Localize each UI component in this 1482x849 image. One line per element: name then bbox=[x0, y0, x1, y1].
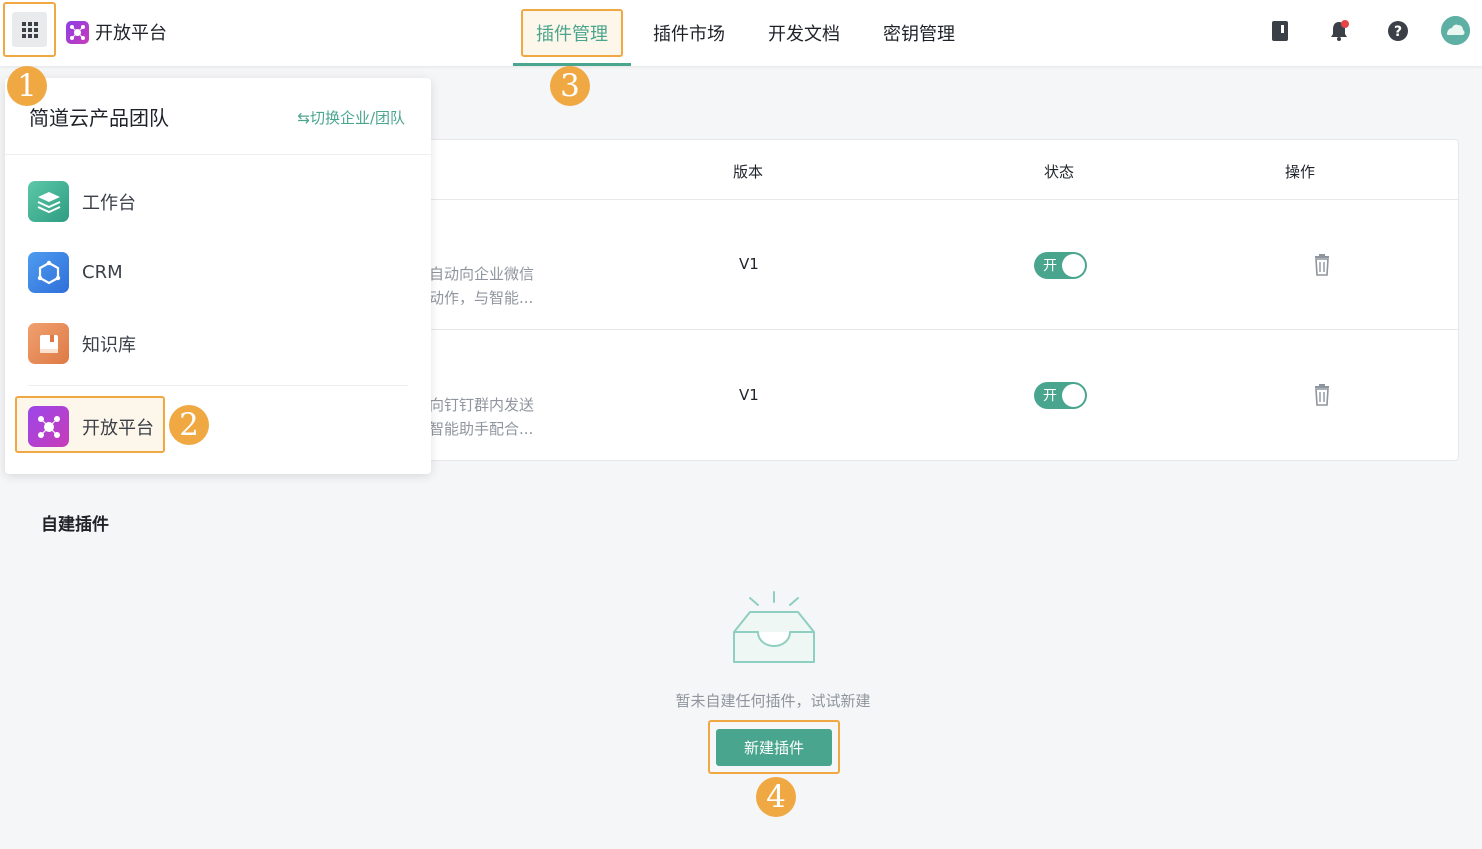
tab-plugin-management[interactable]: 插件管理 bbox=[513, 0, 631, 66]
app-label: CRM bbox=[82, 262, 123, 283]
help-icon[interactable]: ? bbox=[1386, 19, 1410, 43]
step-marker-4: 4 bbox=[756, 777, 796, 817]
tab-plugin-management-label: 插件管理 bbox=[521, 9, 623, 57]
toggle-label: 开 bbox=[1043, 258, 1057, 274]
brand-title: 开放平台 bbox=[95, 23, 167, 44]
app-item-workbench[interactable]: 工作台 bbox=[28, 181, 136, 222]
app-item-crm[interactable]: CRM bbox=[28, 252, 123, 293]
open-platform-icon bbox=[28, 406, 69, 447]
app-switcher-panel: 简道云产品团队 ⇆切换企业/团队 工作台 CRM 知识库 开放平台 bbox=[5, 78, 431, 474]
empty-state-text: 暂未自建任何插件，试试新建 bbox=[675, 692, 871, 710]
switch-team-link[interactable]: ⇆切换企业/团队 bbox=[297, 107, 405, 128]
app-label: 工作台 bbox=[82, 192, 136, 214]
step-marker-2: 2 bbox=[169, 405, 209, 445]
tab-dev-docs-label: 开发文档 bbox=[768, 24, 840, 45]
trash-icon[interactable] bbox=[1312, 384, 1332, 406]
svg-text:?: ? bbox=[1394, 24, 1402, 40]
tab-plugin-market-label: 插件市场 bbox=[653, 24, 725, 45]
status-toggle[interactable]: 开 bbox=[1034, 252, 1087, 279]
avatar[interactable] bbox=[1441, 16, 1470, 45]
app-item-open-platform[interactable]: 开放平台 bbox=[28, 406, 154, 447]
app-label: 开放平台 bbox=[82, 417, 154, 439]
column-header-status: 状态 bbox=[1044, 163, 1075, 181]
column-header-action: 操作 bbox=[1285, 163, 1316, 181]
bell-icon[interactable] bbox=[1327, 19, 1351, 43]
hexagon-icon bbox=[28, 252, 69, 293]
plugin-table: 版本 状态 操作 自动向企业微信 动作，与智能... V1 开 向钉钉群内发送 … bbox=[412, 139, 1459, 461]
create-button-highlight: 新建插件 bbox=[708, 720, 840, 774]
main-nav: 插件管理 插件市场 开发文档 密钥管理 bbox=[513, 0, 955, 66]
tab-key-management[interactable]: 密钥管理 bbox=[883, 0, 955, 66]
layers-icon bbox=[28, 181, 69, 222]
description-line: 自动向企业微信 bbox=[429, 265, 535, 283]
apps-grid-button[interactable] bbox=[3, 2, 56, 57]
plugin-version: V1 bbox=[739, 255, 759, 273]
description-line: 动作，与智能... bbox=[429, 289, 534, 307]
toggle-knob bbox=[1062, 384, 1085, 407]
book-icon[interactable] bbox=[1268, 19, 1292, 43]
tab-key-management-label: 密钥管理 bbox=[883, 24, 955, 45]
toggle-knob bbox=[1062, 254, 1085, 277]
step-marker-3: 3 bbox=[550, 66, 590, 106]
plugin-description: 向钉钉群内发送 智能助手配合... bbox=[429, 393, 534, 441]
section-title: 自建插件 bbox=[41, 515, 109, 535]
panel-header: 简道云产品团队 ⇆切换企业/团队 bbox=[5, 78, 431, 155]
trash-icon[interactable] bbox=[1312, 254, 1332, 276]
team-name: 简道云产品团队 bbox=[29, 106, 169, 130]
status-toggle[interactable]: 开 bbox=[1034, 382, 1087, 409]
app-item-knowledge-base[interactable]: 知识库 bbox=[28, 323, 136, 364]
top-bar: 开放平台 插件管理 插件市场 开发文档 密钥管理 ? bbox=[0, 0, 1482, 66]
column-header-version: 版本 bbox=[733, 163, 764, 181]
header-divider bbox=[413, 199, 1458, 200]
app-label: 知识库 bbox=[82, 334, 136, 356]
panel-divider bbox=[28, 385, 408, 386]
open-platform-logo-icon bbox=[66, 20, 89, 44]
tab-plugin-market[interactable]: 插件市场 bbox=[653, 0, 725, 66]
description-line: 智能助手配合... bbox=[429, 420, 534, 438]
empty-inbox-icon bbox=[728, 590, 820, 670]
row-divider bbox=[413, 329, 1458, 330]
step-marker-1: 1 bbox=[7, 66, 47, 106]
toggle-label: 开 bbox=[1043, 388, 1057, 404]
book-icon bbox=[28, 323, 69, 364]
plugin-version: V1 bbox=[739, 386, 759, 404]
apps-grid-icon bbox=[12, 12, 47, 47]
brand[interactable]: 开放平台 bbox=[66, 19, 167, 45]
plugin-description: 自动向企业微信 动作，与智能... bbox=[429, 262, 534, 310]
tab-dev-docs[interactable]: 开发文档 bbox=[768, 0, 840, 66]
description-line: 向钉钉群内发送 bbox=[429, 396, 535, 414]
create-plugin-button[interactable]: 新建插件 bbox=[716, 728, 832, 766]
